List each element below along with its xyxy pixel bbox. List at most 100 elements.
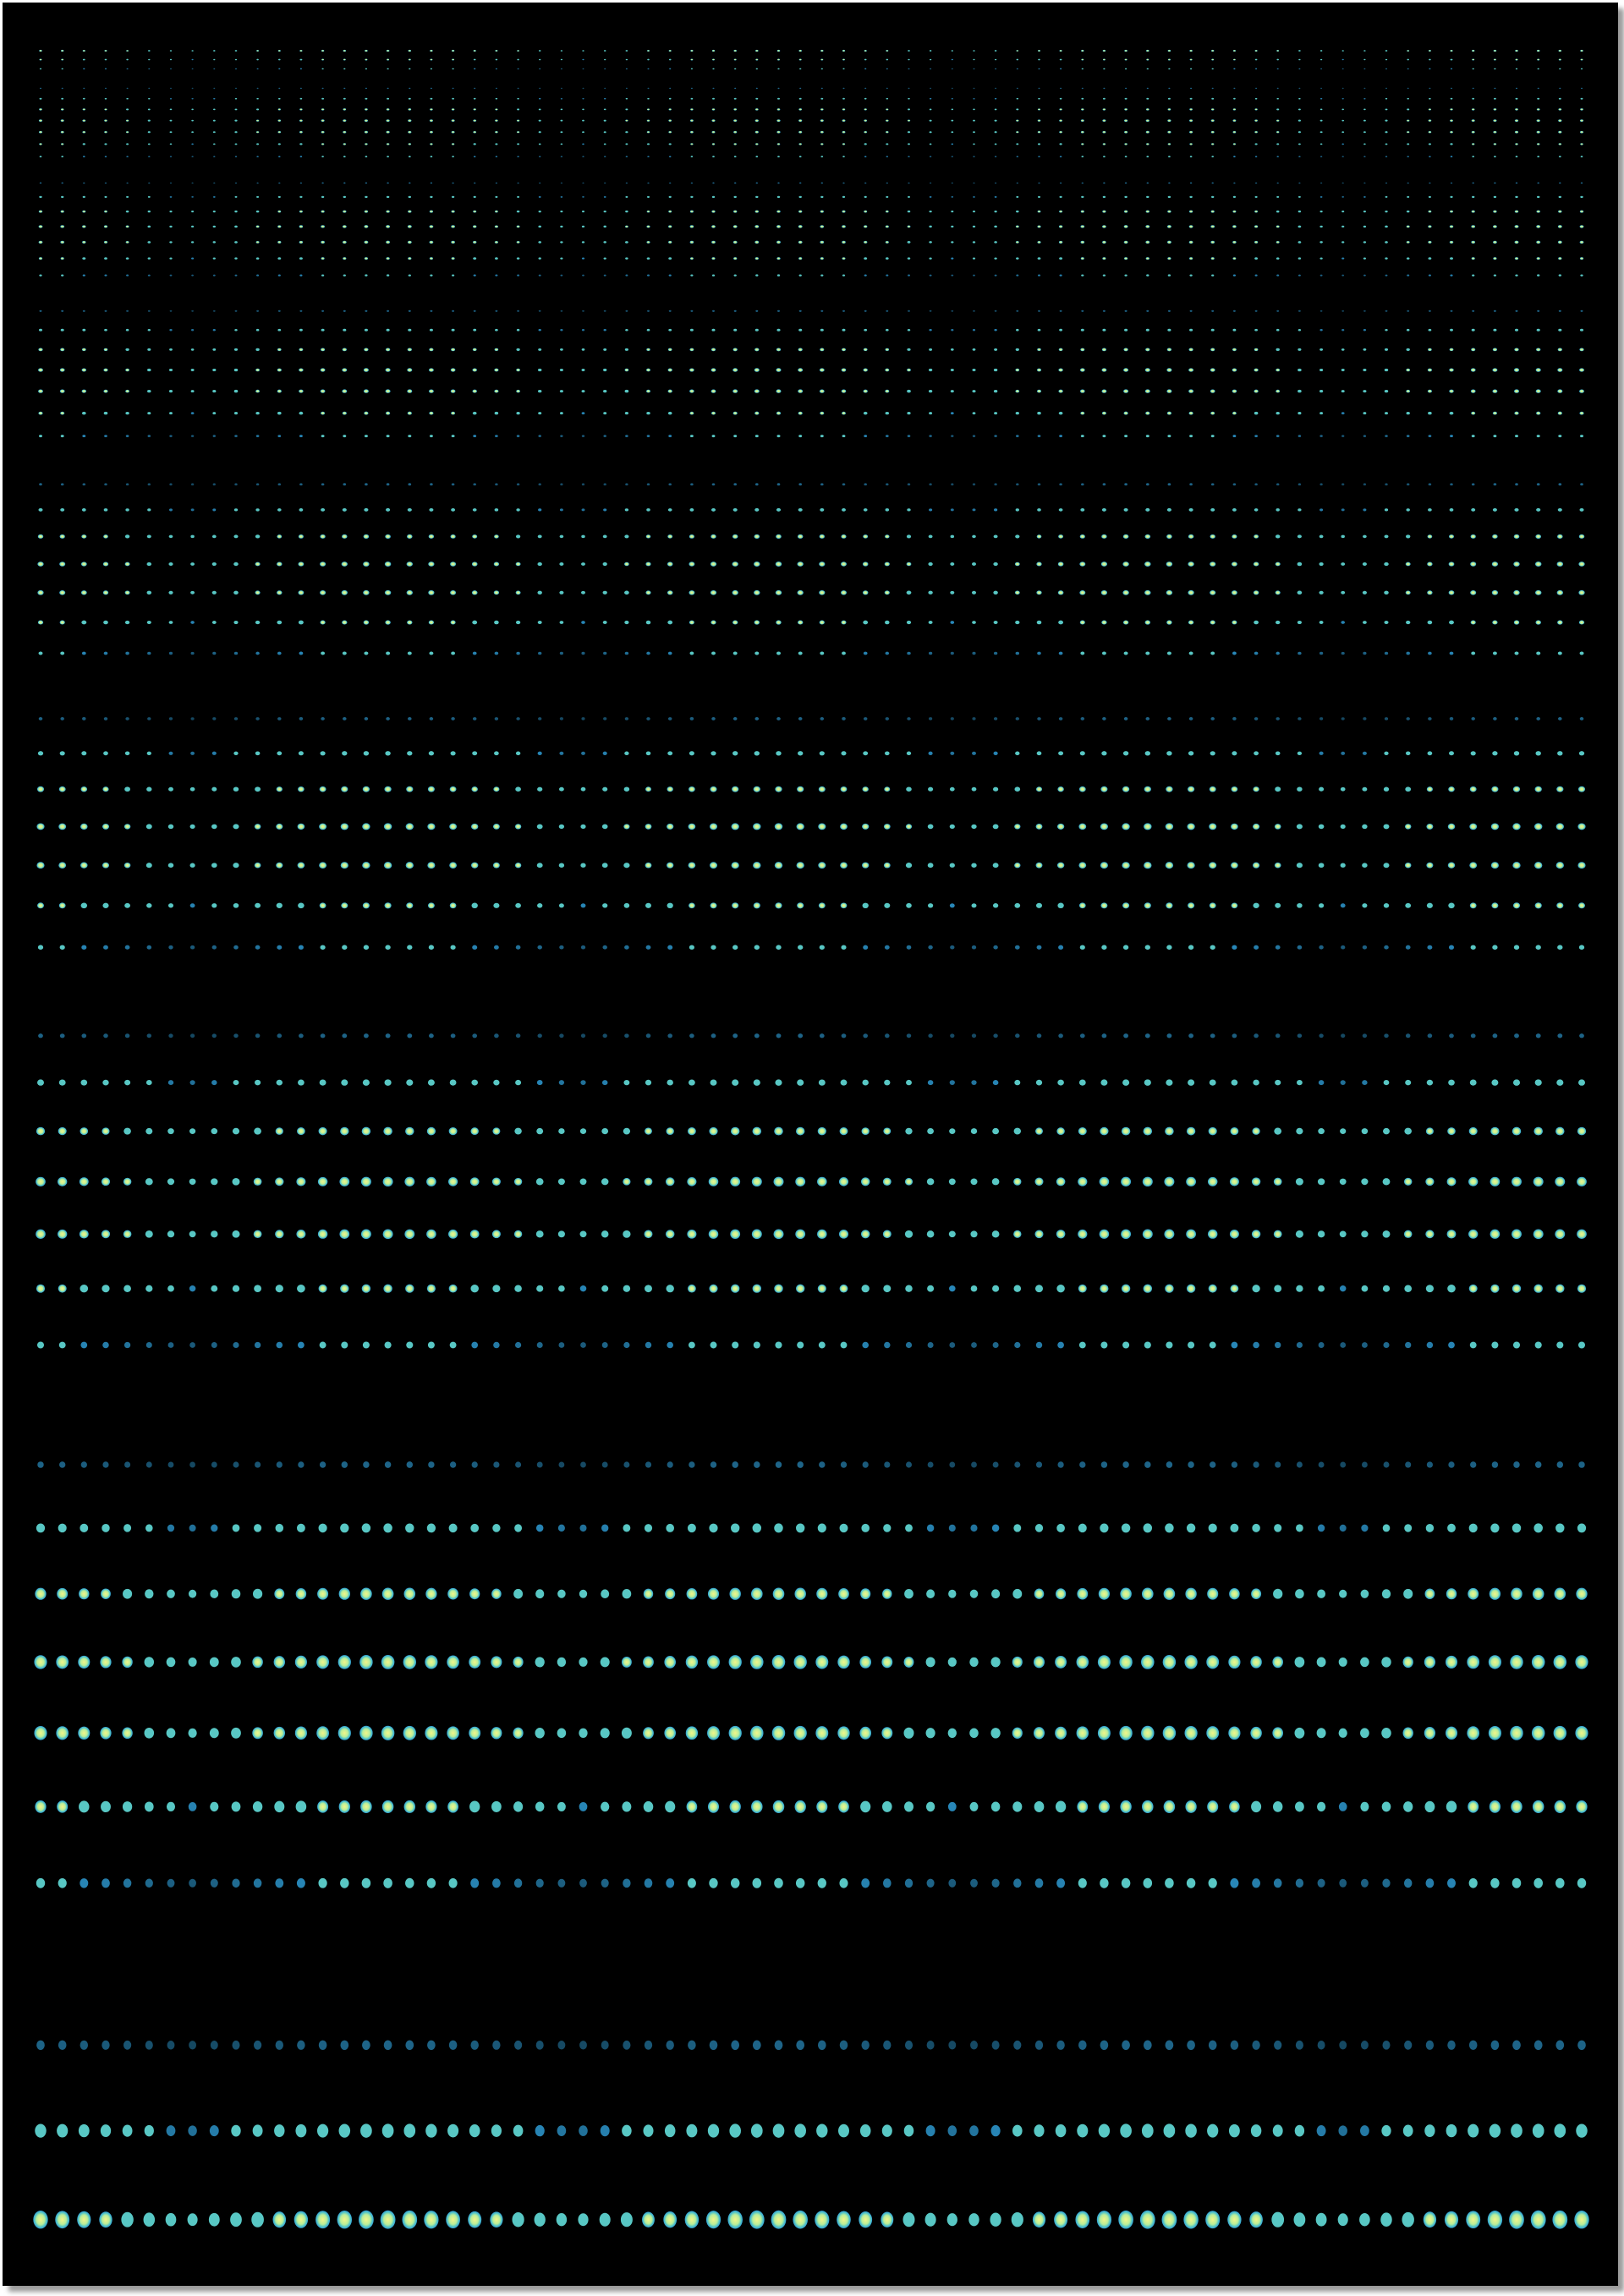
grid-dot — [1034, 1800, 1045, 1812]
grid-dot — [538, 310, 541, 312]
grid-dot — [667, 1341, 674, 1349]
grid-dot — [1253, 862, 1260, 869]
grid-dot — [754, 507, 760, 512]
grid-dot — [624, 1033, 629, 1038]
grid-dot — [1254, 483, 1258, 486]
grid-dot — [1189, 182, 1193, 184]
grid-dot — [733, 182, 737, 184]
grid-dot — [1448, 945, 1455, 950]
grid-dot — [970, 1524, 978, 1532]
grid-dot — [1494, 68, 1496, 70]
grid-dot — [1276, 411, 1280, 415]
grid-dot — [1188, 507, 1193, 512]
grid-dot — [452, 97, 454, 100]
grid-dot — [1276, 435, 1280, 437]
grid-dot — [864, 210, 868, 213]
grid-dot — [992, 1342, 999, 1348]
grid-dot — [1059, 210, 1063, 213]
grid-dot — [126, 58, 129, 61]
grid-dot — [927, 1342, 934, 1348]
grid-dot — [299, 58, 303, 61]
grid-dot — [298, 590, 304, 595]
grid-dot — [1189, 328, 1193, 332]
grid-dot — [1016, 68, 1018, 70]
grid-dot — [190, 717, 195, 721]
grid-dot — [602, 590, 607, 595]
grid-dot — [625, 119, 628, 122]
grid-dot — [1406, 717, 1410, 721]
grid-dot — [1576, 1800, 1588, 1813]
grid-dot — [1426, 902, 1433, 908]
grid-dot — [1469, 786, 1477, 792]
grid-dot — [1122, 902, 1130, 909]
grid-dot — [1384, 368, 1389, 372]
grid-dot — [1254, 210, 1259, 213]
grid-dot — [472, 348, 477, 352]
grid-dot — [1099, 1229, 1110, 1239]
grid-dot — [144, 2124, 154, 2137]
grid-dot — [581, 562, 585, 566]
grid-dot — [320, 1033, 326, 1038]
grid-dot — [39, 195, 42, 199]
grid-dot — [211, 1524, 218, 1532]
grid-dot — [1146, 58, 1149, 61]
grid-dot — [929, 328, 932, 332]
grid-dot — [1232, 389, 1237, 393]
grid-dot — [450, 620, 456, 625]
grid-dot — [1255, 87, 1258, 90]
grid-dot — [1423, 2211, 1437, 2228]
grid-dot — [560, 68, 562, 70]
grid-dot — [1341, 590, 1346, 595]
grid-dot — [1579, 1033, 1584, 1038]
grid-dot — [1211, 87, 1214, 90]
grid-dot — [1533, 1126, 1543, 1136]
grid-dot — [470, 1285, 479, 1293]
grid-dot — [103, 620, 108, 625]
grid-dot — [1276, 240, 1280, 244]
grid-dot — [429, 1033, 434, 1038]
grid-dot — [1383, 1461, 1390, 1468]
grid-dot — [385, 620, 391, 625]
grid-dot — [1015, 412, 1019, 415]
grid-dot — [362, 1341, 370, 1349]
grid-dot — [1449, 348, 1454, 352]
grid-dot — [1254, 717, 1259, 721]
grid-dot — [560, 412, 563, 415]
grid-dot — [402, 2210, 418, 2229]
grid-dot — [407, 240, 412, 244]
grid-dot — [557, 1589, 566, 1598]
grid-dot — [1016, 143, 1019, 145]
grid-dot — [972, 508, 976, 512]
grid-dot — [405, 1284, 414, 1293]
grid-dot — [819, 945, 825, 950]
grid-dot — [951, 97, 953, 100]
grid-dot — [558, 903, 564, 908]
grid-dot — [1275, 620, 1281, 625]
grid-dot — [472, 534, 478, 539]
grid-dot — [277, 143, 281, 145]
grid-dot — [904, 1801, 914, 1812]
grid-dot — [973, 143, 975, 145]
grid-dot — [1273, 1588, 1283, 1599]
grid-dot — [734, 68, 737, 70]
grid-dot — [1167, 328, 1171, 332]
grid-dot — [146, 751, 151, 755]
grid-dot — [80, 862, 88, 869]
grid-dot — [515, 1033, 521, 1038]
grid-dot — [343, 87, 346, 90]
grid-dot — [1579, 240, 1584, 244]
grid-dot — [1492, 507, 1497, 512]
grid-dot — [560, 195, 563, 198]
grid-dot — [689, 257, 694, 260]
grid-dot — [409, 182, 411, 184]
grid-dot — [864, 119, 868, 122]
grid-dot — [1164, 1176, 1175, 1187]
grid-dot — [343, 274, 346, 277]
grid-dot — [1035, 1461, 1043, 1468]
grid-dot — [1037, 274, 1041, 277]
grid-dot — [1036, 620, 1042, 625]
grid-dot — [299, 348, 304, 352]
grid-dot — [381, 1725, 395, 1740]
grid-dot — [842, 717, 846, 721]
grid-dot — [321, 328, 325, 332]
